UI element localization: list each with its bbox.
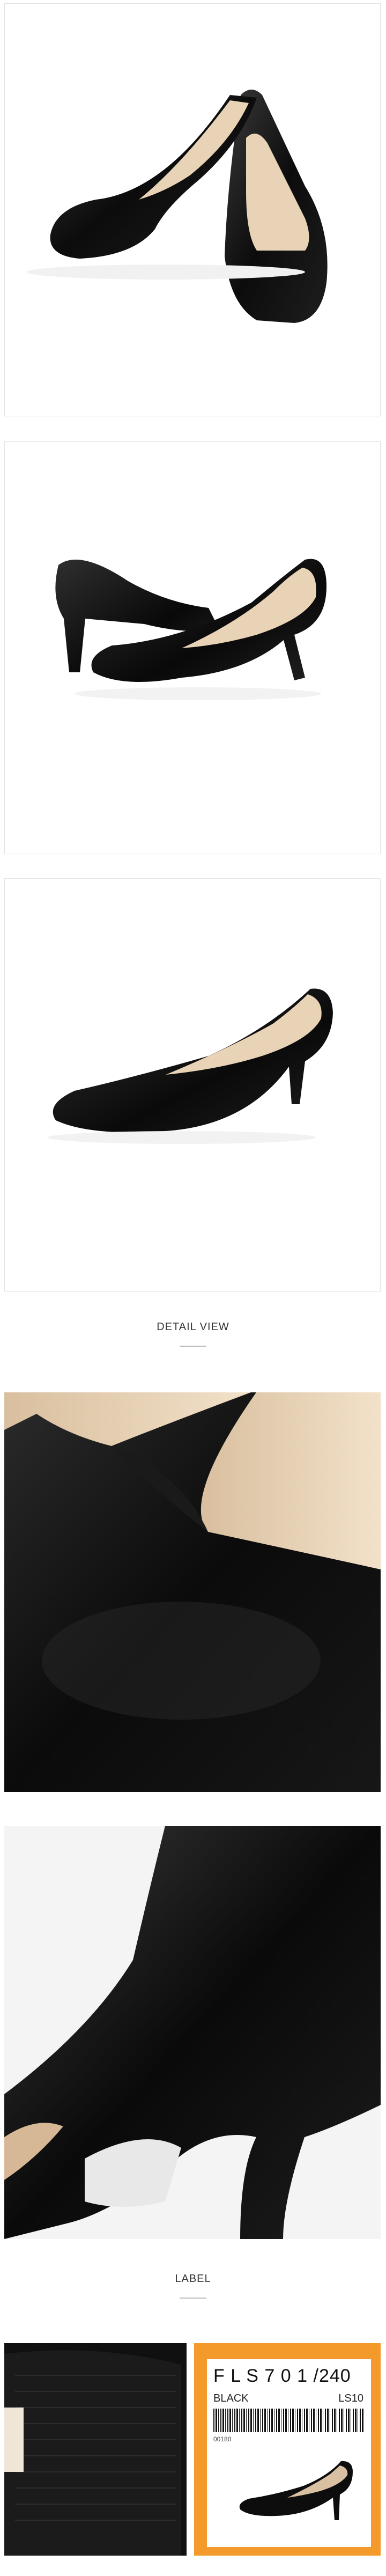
product-photo-profile <box>4 878 381 1291</box>
label-photo-tag: F L S 7 0 1 /240 BLACK LS10 00180 <box>194 2343 381 2556</box>
label-divider <box>180 2298 206 2299</box>
detail-photo-toe <box>4 1392 381 1792</box>
label-size: LS10 <box>338 2392 363 2404</box>
label-heading: LABEL <box>175 2273 211 2285</box>
label-shoe-illustration <box>239 2461 353 2520</box>
detail-view-divider <box>180 1346 206 1347</box>
label-product-code: F L S 7 0 1 /240 <box>213 2366 351 2386</box>
product-photo-pair <box>4 3 381 416</box>
detail-photo-heel <box>4 1826 381 2239</box>
detail-view-heading: DETAIL VIEW <box>157 1321 229 1333</box>
label-barcode <box>213 2409 363 2432</box>
label-small-number: 00180 <box>213 2435 232 2443</box>
label-tag-card: F L S 7 0 1 /240 BLACK LS10 00180 <box>207 2359 371 2547</box>
product-photo-side <box>4 441 381 854</box>
label-photo-sole <box>4 2343 187 2556</box>
label-color: BLACK <box>213 2392 249 2404</box>
